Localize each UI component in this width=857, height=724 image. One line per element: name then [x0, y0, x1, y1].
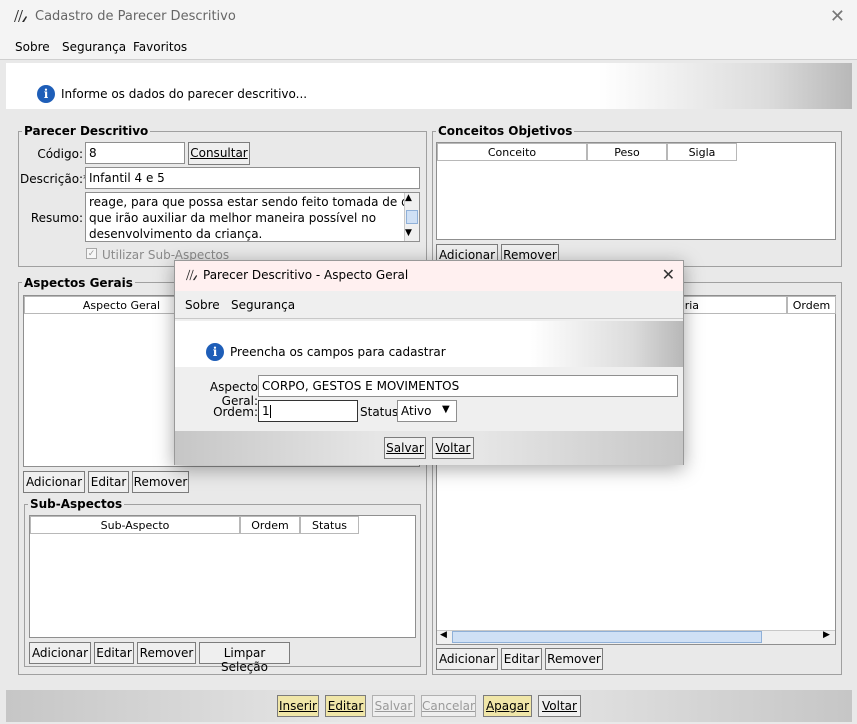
info-banner: [6, 63, 852, 109]
column-header[interactable]: Status: [300, 516, 359, 534]
close-icon[interactable]: ✕: [662, 265, 675, 284]
conceitos-legend: Conceitos Objetivos: [436, 124, 575, 138]
column-header[interactable]: Sub-Aspecto: [30, 516, 240, 534]
right-remover-button[interactable]: Remover: [545, 648, 603, 670]
salvar-label: Salvar: [374, 699, 413, 713]
scroll-up-icon[interactable]: ▲: [405, 193, 412, 203]
right-editar-button[interactable]: Editar: [501, 648, 542, 670]
column-header[interactable]: Ordem: [240, 516, 300, 534]
aspecto-geral-input[interactable]: CORPO, GESTOS E MOVIMENTOS: [258, 375, 678, 397]
voltar-label: Voltar: [542, 699, 577, 713]
dialog-menu-seguranca[interactable]: Segurança: [231, 298, 295, 312]
menu-favoritos[interactable]: Favoritos: [133, 40, 187, 54]
inserir-label: Inserir: [279, 699, 317, 713]
dialog-banner-text: Preencha os campos para cadastrar: [230, 345, 446, 359]
sub-editar-button[interactable]: Editar: [94, 642, 134, 664]
sub-aspectos-table[interactable]: Sub-Aspecto Ordem Status: [29, 515, 416, 638]
column-header[interactable]: Sigla: [667, 143, 737, 161]
resumo-line: reage, para que possa estar sendo feito …: [89, 195, 420, 209]
scroll-thumb[interactable]: [452, 631, 762, 643]
codigo-input[interactable]: 8: [85, 142, 185, 164]
info-icon: i: [206, 343, 224, 361]
salvar-button[interactable]: Salvar: [372, 695, 415, 717]
cancelar-button[interactable]: Cancelar: [421, 695, 476, 717]
menu-sobre[interactable]: Sobre: [15, 40, 50, 54]
consultar-label: Consultar: [190, 146, 248, 160]
scroll-thumb[interactable]: [406, 210, 418, 224]
aspectos-legend: Aspectos Gerais: [22, 276, 135, 290]
resumo-textarea[interactable]: reage, para que possa estar sendo feito …: [85, 192, 420, 242]
dialog-voltar-label: Voltar: [435, 441, 471, 455]
menu-bar: [0, 34, 857, 60]
close-icon[interactable]: ✕: [830, 6, 845, 27]
column-header[interactable]: Peso: [587, 143, 667, 161]
menu-seguranca[interactable]: Segurança: [62, 40, 126, 54]
aspecto-geral-dialog: Parecer Descritivo - Aspecto Geral ✕ Sob…: [174, 260, 684, 465]
dialog-menu-sobre[interactable]: Sobre: [185, 298, 220, 312]
limpar-selecao-button[interactable]: Limpar Seleção: [199, 642, 290, 674]
parecer-legend: Parecer Descritivo: [22, 124, 151, 138]
inserir-button[interactable]: Inserir: [277, 695, 319, 717]
scroll-right-icon[interactable]: ▶: [823, 630, 830, 640]
column-header[interactable]: Conceito: [437, 143, 587, 161]
column-header[interactable]: Ordem: [787, 296, 836, 314]
cancelar-label: Cancelar: [422, 699, 475, 713]
column-header[interactable]: oria: [667, 296, 787, 314]
resumo-line: desenvolvimento da criança.: [89, 227, 263, 241]
info-icon: i: [37, 85, 55, 103]
text-cursor: [269, 405, 271, 418]
consultar-button[interactable]: Consultar: [188, 142, 250, 165]
banner-text: Informe os dados do parecer descritivo..…: [61, 87, 308, 101]
dialog-footer: [175, 431, 683, 465]
window-title: Cadastro de Parecer Descritivo: [35, 9, 236, 24]
resumo-label: Resumo:: [30, 211, 83, 225]
right-adicionar-button[interactable]: Adicionar: [436, 648, 498, 670]
ordem-value: 1: [262, 404, 270, 418]
aspectos-editar-button[interactable]: Editar: [88, 471, 129, 493]
apagar-button[interactable]: Apagar: [483, 695, 532, 717]
checkbox-icon[interactable]: ✓: [86, 248, 97, 259]
descricao-label: Descrição:*: [20, 172, 90, 186]
editar-button[interactable]: Editar: [325, 695, 366, 717]
app-logo-icon: [186, 269, 198, 281]
app-logo-icon: [14, 10, 27, 22]
chevron-down-icon: ▼: [442, 404, 450, 415]
dialog-title: Parecer Descritivo - Aspecto Geral: [203, 268, 409, 282]
status-value: Ativo: [401, 404, 432, 418]
apagar-label: Apagar: [485, 699, 530, 713]
dialog-salvar-label: Salvar: [386, 441, 424, 455]
sub-remover-button[interactable]: Remover: [137, 642, 196, 664]
descricao-input[interactable]: Infantil 4 e 5: [85, 167, 420, 189]
codigo-label: Código:: [37, 147, 83, 161]
dialog-salvar-button[interactable]: Salvar: [384, 437, 426, 459]
voltar-button[interactable]: Voltar: [538, 695, 581, 717]
dialog-banner: [175, 321, 683, 367]
scroll-down-icon[interactable]: ▼: [405, 228, 412, 238]
status-label: Status:: [360, 405, 403, 419]
conceitos-table[interactable]: Conceito Peso Sigla: [436, 142, 836, 240]
scroll-left-icon[interactable]: ◀: [440, 630, 447, 640]
ordem-label: Ordem:: [213, 405, 258, 419]
dialog-voltar-button[interactable]: Voltar: [432, 437, 474, 459]
sub-aspectos-legend: Sub-Aspectos: [28, 497, 125, 511]
sub-adicionar-button[interactable]: Adicionar: [29, 642, 91, 664]
editar-label: Editar: [327, 699, 364, 713]
aspectos-remover-button[interactable]: Remover: [132, 471, 189, 493]
resumo-line: que irão auxiliar da melhor maneira poss…: [89, 211, 377, 225]
aspecto-geral-label: Aspecto Geral:: [209, 380, 258, 408]
aspectos-adicionar-button[interactable]: Adicionar: [23, 471, 85, 493]
ordem-input[interactable]: 1: [258, 400, 358, 422]
